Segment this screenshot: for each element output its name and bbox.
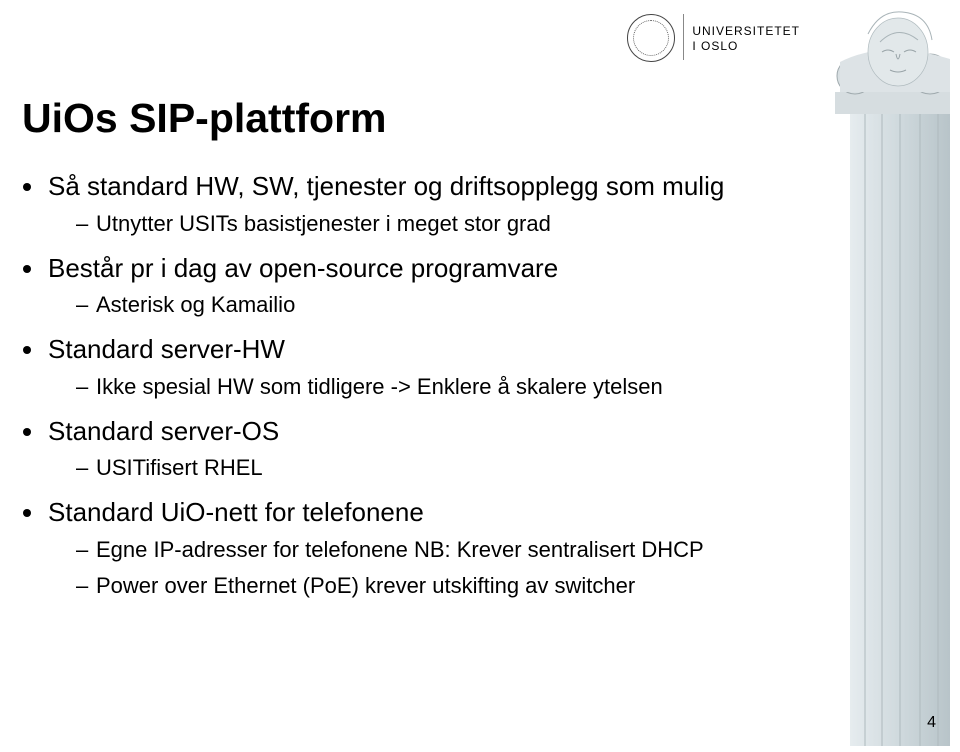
- sub-text: Egne IP-adresser for telefonene NB: Krev…: [96, 537, 704, 562]
- university-logo-block: UNIVERSITETET I OSLO: [627, 14, 800, 62]
- sub-list: Egne IP-adresser for telefonene NB: Krev…: [48, 534, 810, 602]
- sub-text: USITifisert RHEL: [96, 455, 263, 480]
- bullet-item: Så standard HW, SW, tjenester og driftso…: [46, 168, 810, 240]
- bullet-item: Standard UiO-nett for telefonene Egne IP…: [46, 494, 810, 601]
- bullet-text: Standard UiO-nett for telefonene: [48, 497, 424, 527]
- sub-text: Asterisk og Kamailio: [96, 292, 295, 317]
- university-seal-icon: [627, 14, 675, 62]
- bullet-text: Standard server-OS: [48, 416, 279, 446]
- sub-item: Egne IP-adresser for telefonene NB: Krev…: [76, 534, 810, 566]
- sub-item: Power over Ethernet (PoE) krever utskift…: [76, 570, 810, 602]
- bullet-list: Så standard HW, SW, tjenester og driftso…: [22, 168, 810, 602]
- bullet-item: Standard server-OS USITifisert RHEL: [46, 413, 810, 485]
- university-name: UNIVERSITETET I OSLO: [683, 14, 800, 60]
- sub-text: Ikke spesial HW som tidligere -> Enklere…: [96, 374, 663, 399]
- uni-line-2: I OSLO: [692, 39, 800, 54]
- sub-list: Ikke spesial HW som tidligere -> Enklere…: [48, 371, 810, 403]
- bullet-item: Består pr i dag av open-source programva…: [46, 250, 810, 322]
- sub-list: USITifisert RHEL: [48, 452, 810, 484]
- slide-title: UiOs SIP-plattform: [22, 95, 810, 142]
- sub-text: Power over Ethernet (PoE) krever utskift…: [96, 573, 635, 598]
- pillar-decoration: [820, 4, 950, 746]
- bullet-item: Standard server-HW Ikke spesial HW som t…: [46, 331, 810, 403]
- slide-content: UiOs SIP-plattform Så standard HW, SW, t…: [22, 95, 810, 612]
- bullet-text: Standard server-HW: [48, 334, 285, 364]
- sub-list: Utnytter USITs basistjenester i meget st…: [48, 208, 810, 240]
- sub-item: Utnytter USITs basistjenester i meget st…: [76, 208, 810, 240]
- sub-item: Asterisk og Kamailio: [76, 289, 810, 321]
- sub-list: Asterisk og Kamailio: [48, 289, 810, 321]
- bullet-text: Så standard HW, SW, tjenester og driftso…: [48, 171, 724, 201]
- sub-item: Ikke spesial HW som tidligere -> Enklere…: [76, 371, 810, 403]
- page-number: 4: [927, 714, 936, 732]
- slide-header: UNIVERSITETET I OSLO: [0, 0, 960, 90]
- bullet-text: Består pr i dag av open-source programva…: [48, 253, 558, 283]
- sub-item: USITifisert RHEL: [76, 452, 810, 484]
- sub-text: Utnytter USITs basistjenester i meget st…: [96, 211, 551, 236]
- uni-line-1: UNIVERSITETET: [692, 24, 800, 39]
